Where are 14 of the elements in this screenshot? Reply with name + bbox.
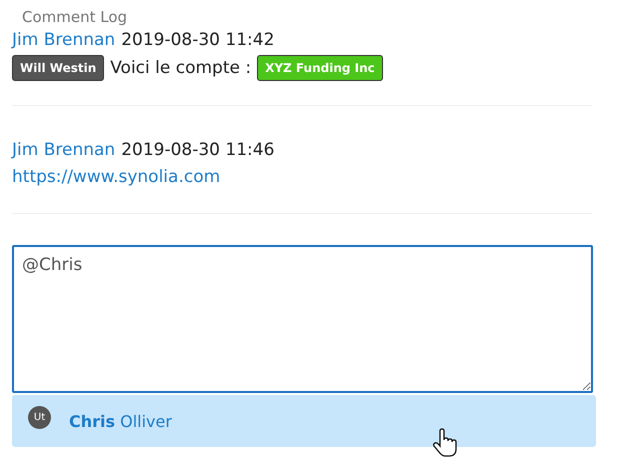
- comment-text: Voici le compte :: [110, 57, 252, 80]
- mention-tag[interactable]: Will Westin: [12, 55, 104, 81]
- comment-time: 2019-08-30 11:46: [121, 139, 274, 162]
- comment-input[interactable]: @Chris: [12, 245, 593, 393]
- hand-cursor-icon: [432, 428, 458, 458]
- url-link[interactable]: https://www.synolia.com: [12, 165, 220, 189]
- author-link[interactable]: Jim Brennan: [12, 28, 116, 52]
- comment-time: 2019-08-30 11:42: [121, 29, 274, 52]
- mention-tag[interactable]: XYZ Funding Inc: [257, 55, 383, 81]
- avatar-icon: Ut: [28, 406, 51, 428]
- author-link[interactable]: Jim Brennan: [12, 138, 116, 162]
- suggestion-name: Chris Olliver: [69, 412, 172, 430]
- suggestion-item[interactable]: Ut Chris Olliver: [12, 395, 596, 447]
- section-title: Comment Log: [22, 7, 128, 28]
